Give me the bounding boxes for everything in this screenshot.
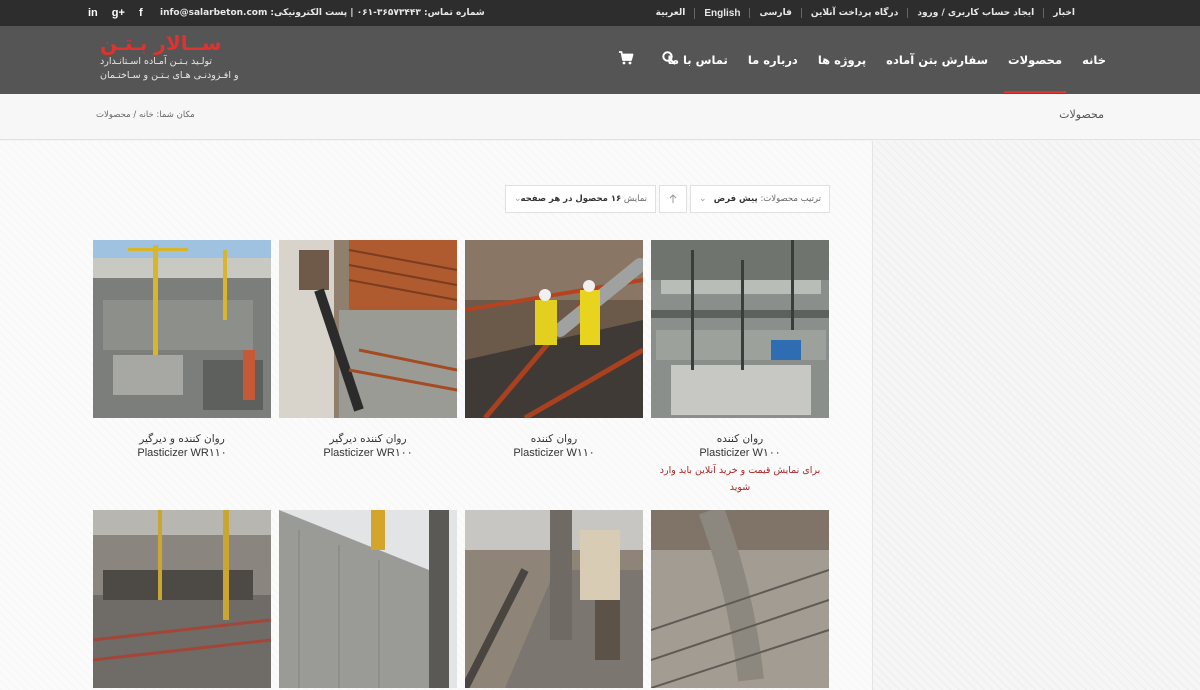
product-image[interactable] [93,510,271,688]
top-link-payment[interactable]: درگاه پرداخت آنلاین [800,8,907,18]
product-card[interactable]: روان کننده دیرگیر Plasticizer WR۱۰۰ [279,240,457,460]
sidebar [872,141,1200,690]
product-image[interactable] [465,240,643,418]
sort-value: پیش فرض [713,194,758,204]
product-name[interactable]: روان کننده [651,433,829,446]
top-links: اخبار ایجاد حساب کاربری / ورود درگاه پرد… [647,0,1084,26]
breadcrumb-prefix: مکان شما: [156,110,195,120]
email-link[interactable]: info@salarbeton.com [160,8,267,18]
contact-info: شماره تماس: ۳۶۵۷۳۴۴۳-۰۶۱ | پست الکترونیک… [160,0,485,26]
cart-icon[interactable] [618,50,634,66]
product-model[interactable]: Plasticizer WR۱۰۰ [279,446,457,460]
page-title-bar: محصولات مکان شما: خانه / محصولات [0,94,1200,140]
breadcrumb-separator: / [133,110,137,120]
chevron-down-icon: ⌄ [514,194,522,204]
product-card[interactable]: روان کننده و دیرگیر Plasticizer WR۱۱۰ [93,240,271,460]
lang-persian[interactable]: فارسی [749,8,800,18]
top-link-news[interactable]: اخبار [1043,8,1084,18]
per-page-select[interactable]: نمایش ۱۶ محصول در هر صفحه ⌄ [505,185,656,213]
product-model[interactable]: Plasticizer WR۱۱۰ [93,446,271,460]
breadcrumb-current: محصولات [96,110,131,120]
arrow-up-icon [669,194,677,203]
nav-about[interactable]: درباره ما [748,26,798,94]
sort-direction-button[interactable] [659,185,687,213]
product-model[interactable]: Plasticizer W۱۰۰ [651,446,829,460]
google-plus-icon[interactable]: g+ [112,7,125,19]
product-image[interactable] [651,510,829,688]
product-model[interactable]: Plasticizer W۱۱۰ [465,446,643,460]
lang-arabic[interactable]: العربیة [647,8,695,18]
product-image[interactable] [93,240,271,418]
product-image[interactable] [651,240,829,418]
nav-order-concrete[interactable]: سفارش بتن آماده [886,26,988,94]
breadcrumb-home[interactable]: خانه [139,110,154,120]
product-name[interactable]: روان کننده [465,433,643,446]
product-card[interactable] [93,510,271,688]
nav-products[interactable]: محصولات [1004,26,1067,94]
tagline-line-2: و افـزودنـی هـای بـتـن و سـاختـمان [100,70,239,81]
site-header: ســالار بـتـن تولـید بـتـن آمـاده اسـتان… [0,26,1200,94]
linkedin-icon[interactable]: in [88,7,98,19]
product-card[interactable] [279,510,457,688]
product-image[interactable] [465,510,643,688]
page-title: محصولات [1059,108,1104,121]
chevron-down-icon: ⌄ [699,194,707,204]
top-link-account[interactable]: ایجاد حساب کاربری / ورود [907,8,1043,18]
sort-select[interactable]: ترتیب محصولات: پیش فرض ⌄ [690,185,830,213]
product-image[interactable] [279,240,457,418]
product-name[interactable]: روان کننده و دیرگیر [93,433,271,446]
product-card[interactable]: روان کننده Plasticizer W۱۰۰ برای نمایش ق… [651,240,829,496]
sort-label: ترتیب محصولات: [760,194,821,204]
contact-text: شماره تماس: ۳۶۵۷۳۴۴۳-۰۶۱ | پست الکترونیک… [270,8,485,18]
product-card[interactable] [651,510,829,688]
tagline-line-1: تولـید بـتـن آمـاده اسـتانـدارد [100,56,213,67]
nav-projects[interactable]: پروژه ها [818,26,866,94]
social-links: in g+ f [88,0,143,26]
main-nav: خانه محصولات سفارش بتن آماده پروژه ها در… [648,26,1106,94]
site-logo[interactable]: ســالار بـتـن تولـید بـتـن آمـاده اسـتان… [100,31,250,91]
brand-name: ســالار بـتـن [100,31,222,55]
lang-english[interactable]: English [694,7,749,19]
product-image[interactable] [279,510,457,688]
product-card[interactable]: روان کننده Plasticizer W۱۱۰ [465,240,643,460]
nav-home[interactable]: خانه [1082,26,1106,94]
per-page-value: ۱۶ محصول در هر صفحه [520,194,622,204]
facebook-icon[interactable]: f [139,7,143,19]
breadcrumb: مکان شما: خانه / محصولات [96,110,195,120]
per-page-label: نمایش [623,194,647,204]
top-bar: in g+ f شماره تماس: ۳۶۵۷۳۴۴۳-۰۶۱ | پست ا… [0,0,1200,26]
product-card[interactable] [465,510,643,688]
search-icon[interactable] [661,50,677,66]
login-notice: برای نمایش قیمت و خرید آنلاین باید وارد … [659,465,821,493]
product-name[interactable]: روان کننده دیرگیر [279,433,457,446]
